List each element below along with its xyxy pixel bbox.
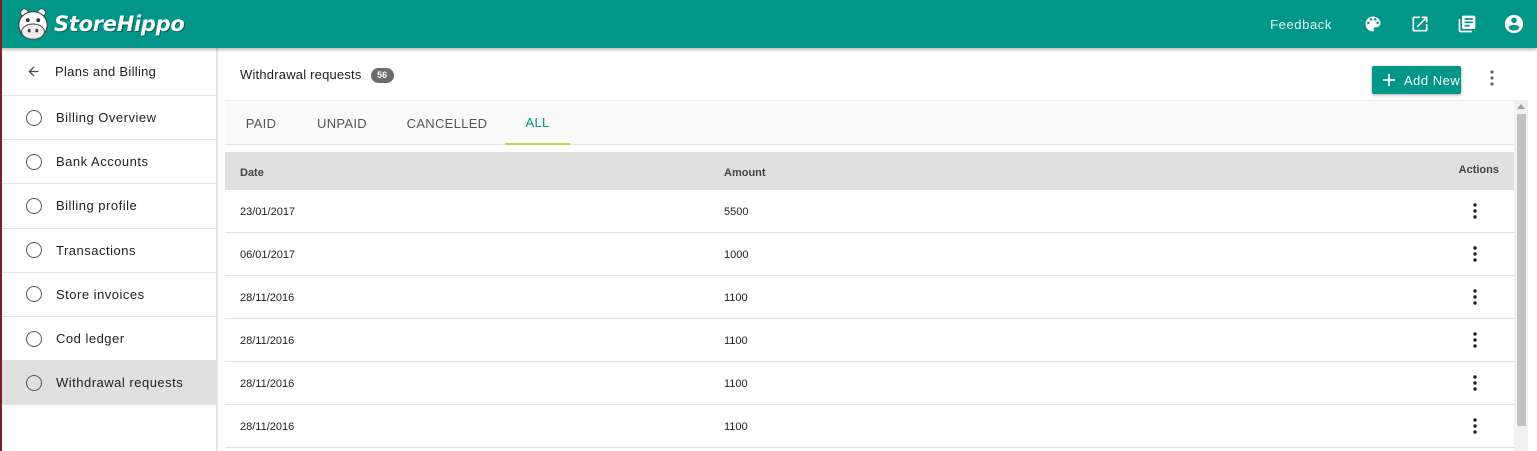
scroll-up-arrow-icon[interactable] [1517,104,1525,109]
column-header-actions: Actions [1458,164,1499,176]
sidebar-item-label: Store invoices [56,286,145,302]
row-actions-more-icon[interactable] [1471,202,1479,220]
sidebar-item-label: Bank Accounts [56,154,149,170]
vertical-scrollbar[interactable] [1514,100,1528,451]
add-new-button[interactable]: Add New [1372,66,1461,94]
plus-icon [1383,74,1395,86]
sidebar-item-withdrawal-requests[interactable]: Withdrawal requests [2,361,216,406]
cell-date: 23/01/2017 [240,206,296,218]
cell-amount: 5500 [724,206,749,218]
sidebar-item-label: Withdrawal requests [56,375,184,391]
radio-circle-icon [26,330,42,347]
cell-amount: 1100 [724,335,748,347]
palette-icon[interactable] [1362,13,1384,35]
sidebar-item-bank-accounts[interactable]: Bank Accounts [2,140,216,185]
row-actions-more-icon[interactable] [1471,245,1479,263]
cell-date: 28/11/2016 [240,335,295,347]
tab-unpaid[interactable]: UNPAID [307,101,377,145]
tab-paid[interactable]: PAID [233,101,289,145]
column-header-date[interactable]: Date [240,167,264,179]
window-edge [0,0,2,451]
tab-cancelled[interactable]: CANCELLED [397,101,497,145]
cell-amount: 1100 [724,292,748,304]
row-actions-more-icon[interactable] [1471,417,1479,435]
hippo-logo-icon [18,8,48,40]
table-header: Date Amount Actions [225,152,1514,190]
feedback-link[interactable]: Feedback [1270,17,1332,32]
sidebar-back-label: Plans and Billing [55,64,157,79]
cell-date: 06/01/2017 [240,249,296,261]
table-row[interactable]: 28/11/2016 1100 [225,319,1514,362]
cell-amount: 1100 [724,421,748,433]
add-new-label: Add New [1404,72,1461,88]
cell-amount: 1000 [724,249,749,261]
withdrawal-table-body: 23/01/2017 5500 06/01/2017 1000 28/11/20… [225,190,1514,448]
withdrawal-requests-panel: Withdrawal requests 56 Add New PAID UNPA… [225,48,1529,451]
table-row[interactable]: 28/11/2016 1100 [225,405,1514,448]
sidebar-item-label: Cod ledger [56,331,125,347]
row-actions-more-icon[interactable] [1471,288,1479,306]
sidebar-item-label: Billing profile [56,198,138,214]
sidebar-item-billing-profile[interactable]: Billing profile [2,184,216,229]
radio-circle-icon [26,153,42,170]
library-books-icon[interactable] [1456,13,1478,35]
tab-all[interactable]: ALL [505,101,570,145]
sidebar-divider [216,48,218,451]
radio-circle-icon [26,197,42,214]
cell-date: 28/11/2016 [240,378,295,390]
account-circle-icon[interactable] [1503,13,1525,35]
cell-date: 28/11/2016 [240,421,295,433]
page-title: Withdrawal requests [240,66,362,82]
sidebar-item-cod-ledger[interactable]: Cod ledger [2,317,216,362]
scrollbar-thumb[interactable] [1517,114,1526,426]
radio-circle-icon [26,242,42,259]
count-badge: 56 [370,67,394,83]
cell-date: 28/11/2016 [240,292,295,304]
top-app-bar: StoreHippo Feedback [0,0,1537,48]
column-header-amount[interactable]: Amount [724,167,766,179]
sidebar-item-transactions[interactable]: Transactions [2,229,216,273]
back-to-plans-and-billing[interactable]: Plans and Billing [2,48,216,96]
radio-circle-icon [26,109,42,126]
open-in-new-icon[interactable] [1409,13,1431,35]
billing-sidebar: Plans and Billing Billing Overview Bank … [2,48,216,451]
sidebar-item-label: Transactions [56,242,136,258]
table-row[interactable]: 28/11/2016 1100 [225,276,1514,319]
more-vert-icon[interactable] [1487,68,1497,88]
table-row[interactable]: 06/01/2017 1000 [225,233,1514,276]
row-actions-more-icon[interactable] [1471,374,1479,392]
status-tabs: PAID UNPAID CANCELLED ALL [225,100,1514,145]
table-row[interactable]: 23/01/2017 5500 [225,190,1514,233]
sidebar-item-label: Billing Overview [56,110,157,126]
sidebar-item-store-invoices[interactable]: Store invoices [2,273,216,317]
sidebar-item-billing-overview[interactable]: Billing Overview [2,96,216,141]
radio-circle-icon [26,374,42,391]
brand-logo[interactable]: StoreHippo [14,0,185,48]
radio-circle-icon [26,286,42,303]
brand-name: StoreHippo [54,12,185,36]
panel-header: Withdrawal requests 56 [225,48,1529,100]
cell-amount: 1100 [724,378,748,390]
arrow-back-icon [28,66,39,77]
row-actions-more-icon[interactable] [1471,331,1479,349]
table-row[interactable]: 28/11/2016 1100 [225,362,1514,405]
